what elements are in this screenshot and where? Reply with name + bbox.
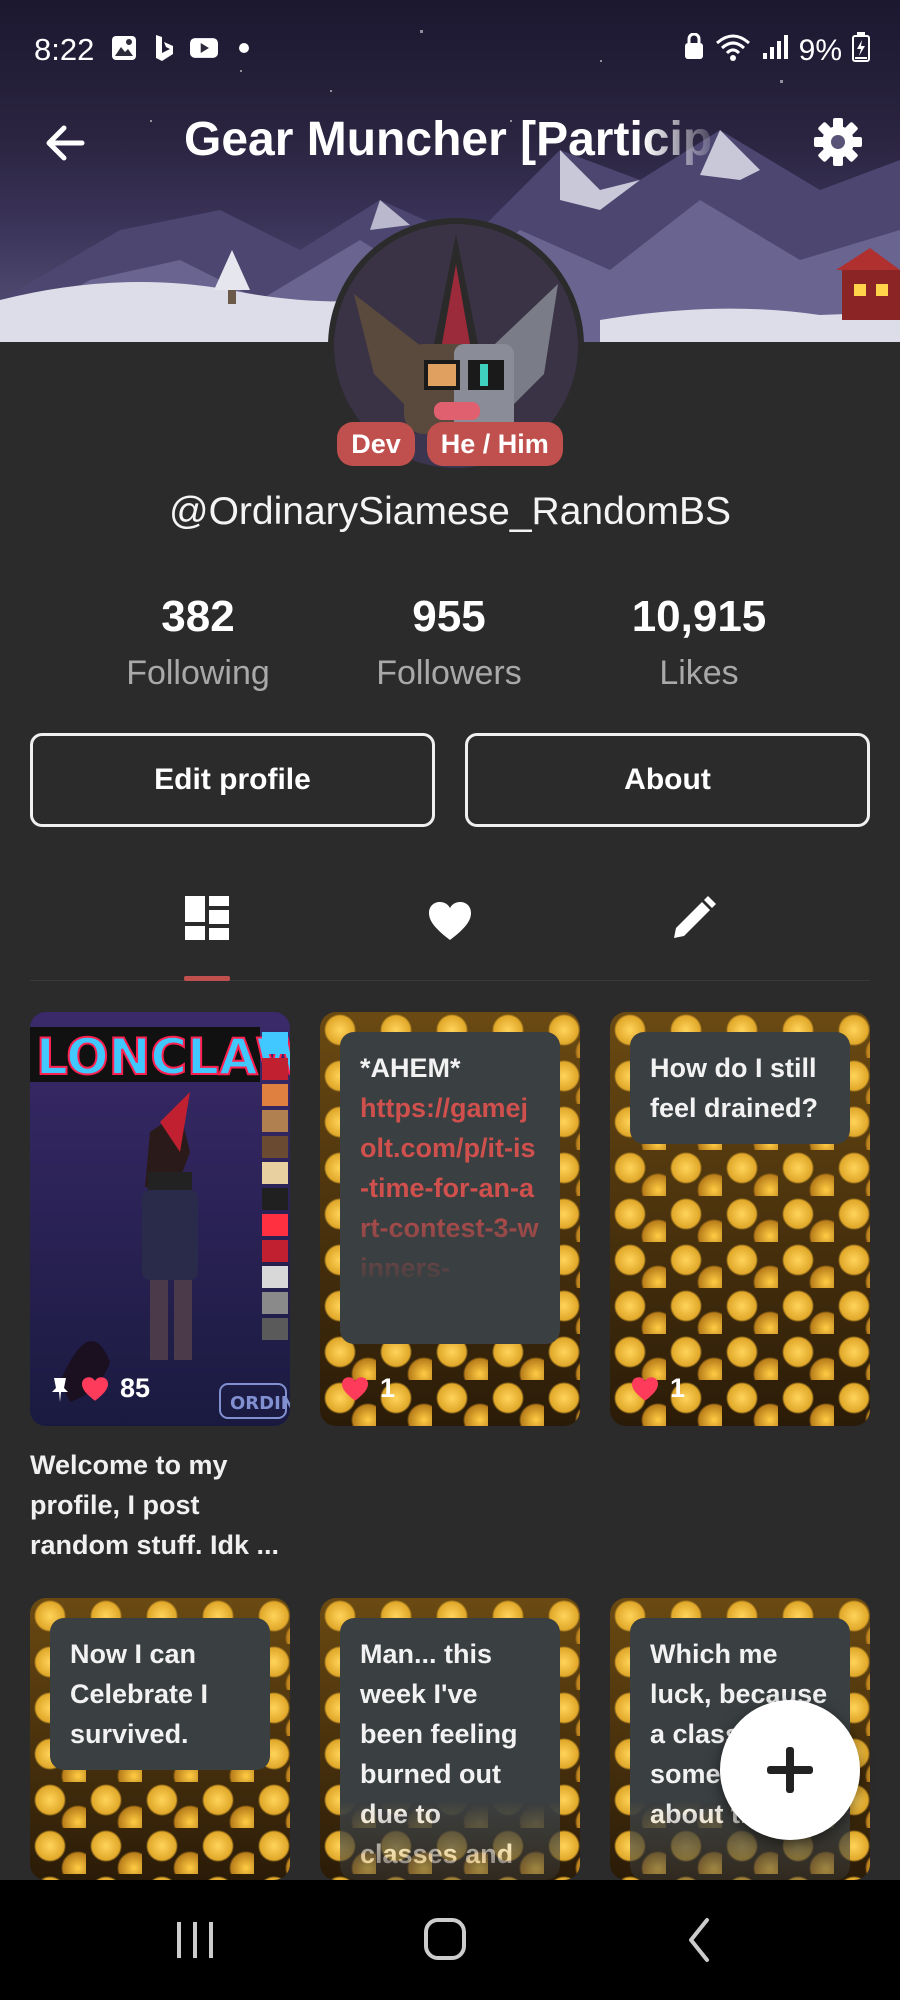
stat-likes[interactable]: 10,915 Likes (579, 592, 819, 693)
post-link[interactable]: https://gamejolt.com/p/it-is-time-for-an… (360, 1088, 540, 1288)
post-image-title: LONCLAW (36, 1028, 290, 1086)
like-count: 85 (120, 1373, 151, 1403)
youtube-icon (190, 34, 218, 62)
like-count: 1 (380, 1373, 396, 1403)
post-text: How do I still feel drained? (630, 1032, 850, 1144)
post-likes: 1 (340, 1373, 395, 1404)
pin-icon (52, 1377, 68, 1402)
battery-icon (852, 32, 870, 70)
arrow-left-icon (46, 125, 85, 161)
gear-icon (814, 118, 862, 166)
post-image: LONCLAW ORDIN (30, 1012, 290, 1426)
stat-value: 955 (412, 592, 486, 641)
lock-icon (683, 32, 705, 69)
post-text: *AHEM* https://gamejolt.com/p/it-is-time… (340, 1032, 560, 1344)
pencil-icon (674, 896, 716, 938)
active-tab-indicator (184, 976, 230, 981)
settings-button[interactable] (810, 114, 866, 170)
gallery-icon (110, 34, 138, 62)
post-likes: 1 (630, 1373, 685, 1404)
post-likes: 85 (50, 1373, 150, 1404)
plus-icon (767, 1747, 813, 1793)
post-card[interactable]: How do I still feel drained? 1 (610, 1012, 870, 1426)
username: @OrdinarySiamese_RandomBS (169, 490, 731, 533)
stat-following[interactable]: 382 Following (78, 592, 318, 693)
recent-apps-button[interactable] (160, 1910, 230, 1970)
page-title: Gear Muncher [Particip (184, 113, 713, 166)
bing-icon (150, 34, 178, 62)
tab-posts[interactable] (167, 880, 247, 980)
post-text: Now I can Celebrate I survived. (50, 1618, 270, 1770)
app-bar: Gear Muncher [Particip (0, 100, 900, 190)
home-icon (424, 1918, 466, 1960)
create-post-button[interactable] (720, 1700, 860, 1840)
tab-likes[interactable] (410, 880, 490, 980)
post-caption: Welcome to my profile, I post random stu… (30, 1450, 280, 1560)
post-image-watermark: ORDIN (230, 1393, 290, 1414)
grid-icon (185, 896, 229, 940)
heart-icon (82, 1376, 108, 1401)
wifi-icon (715, 33, 751, 69)
post-card[interactable]: Now I can Celebrate I survived. (30, 1598, 290, 1880)
heart-icon (342, 1376, 368, 1401)
system-nav-bar (0, 1880, 900, 2000)
pronouns-badge: He / Him (426, 422, 563, 466)
post-text-body: *AHEM* (360, 1053, 461, 1083)
system-back-button[interactable] (665, 1910, 735, 1970)
about-button[interactable]: About (465, 733, 870, 827)
status-bar: 8:22 9% (0, 0, 900, 100)
back-button[interactable] (40, 118, 100, 168)
like-count: 1 (670, 1373, 686, 1403)
edit-profile-button[interactable]: Edit profile (30, 733, 435, 827)
status-time: 8:22 (34, 32, 95, 67)
post-card[interactable]: LONCLAW ORDIN 85 (30, 1012, 290, 1426)
signal-icon (761, 33, 789, 69)
stat-value: 382 (161, 592, 235, 641)
heart-icon (429, 902, 471, 940)
stat-label: Followers (376, 654, 522, 692)
heart-icon (632, 1376, 658, 1401)
notification-icons (110, 34, 258, 62)
stat-label: Following (126, 654, 270, 692)
recents-icon (177, 1922, 213, 1958)
dot-icon (230, 34, 258, 62)
stat-value: 10,915 (631, 592, 767, 641)
home-button[interactable] (410, 1910, 480, 1970)
dev-badge: Dev (337, 422, 415, 466)
stat-followers[interactable]: 955 Followers (329, 592, 569, 693)
system-indicators: 9% (683, 32, 870, 70)
profile-badges: Dev He / Him (0, 422, 900, 466)
tab-drafts[interactable] (653, 880, 733, 980)
chevron-left-icon (689, 1918, 709, 1962)
stat-label: Likes (659, 654, 739, 692)
post-card[interactable]: *AHEM* https://gamejolt.com/p/it-is-time… (320, 1012, 580, 1426)
post-text: Man... this week I've been feeling burne… (340, 1618, 560, 1880)
battery-level: 9% (798, 34, 842, 67)
post-card[interactable]: Man... this week I've been feeling burne… (320, 1598, 580, 1880)
profile-tabs (30, 880, 870, 981)
